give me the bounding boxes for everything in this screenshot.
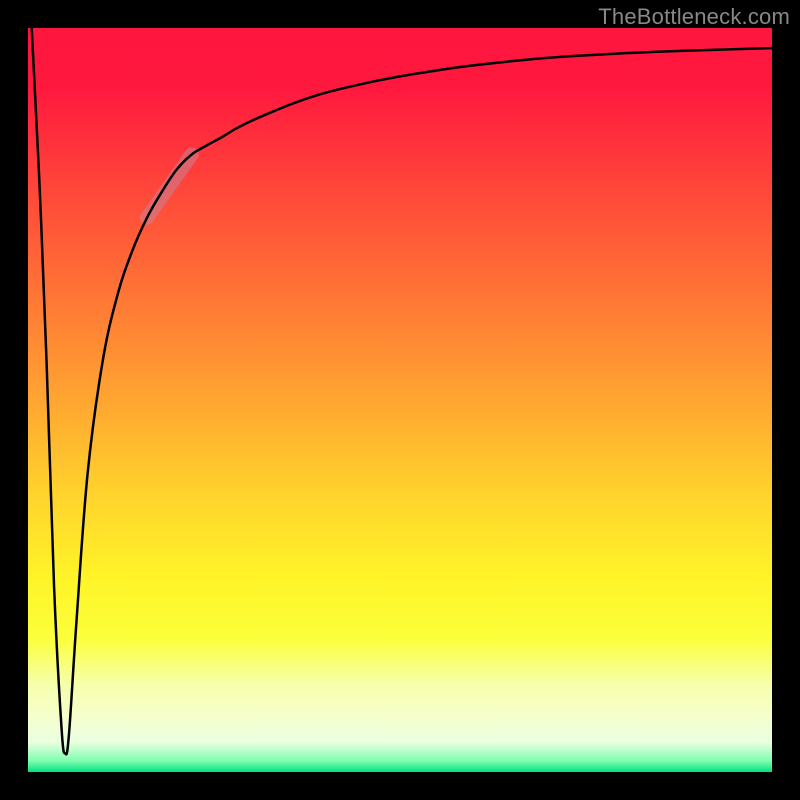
highlight-band xyxy=(147,154,192,217)
watermark-text: TheBottleneck.com xyxy=(598,4,790,30)
chart-svg xyxy=(28,28,772,772)
chart-stage: TheBottleneck.com xyxy=(0,0,800,800)
bottleneck-curve xyxy=(32,28,772,754)
